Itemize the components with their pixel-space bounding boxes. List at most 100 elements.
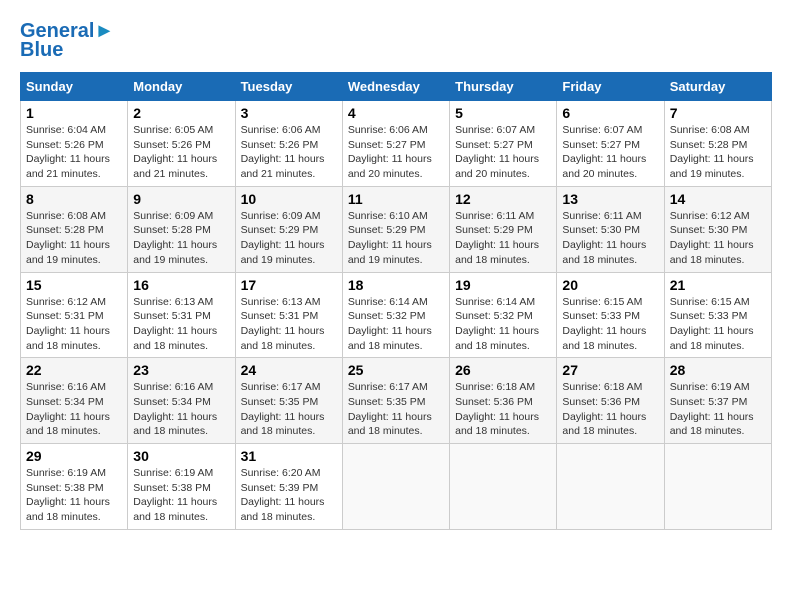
day-cell-10: 10 Sunrise: 6:09 AM Sunset: 5:29 PM Dayli…: [235, 186, 342, 272]
calendar-row-4: 22 Sunrise: 6:16 AM Sunset: 5:34 PM Dayli…: [21, 358, 772, 444]
day-number: 8: [26, 191, 122, 207]
day-info: Sunrise: 6:15 AM Sunset: 5:33 PM Dayligh…: [562, 295, 658, 354]
day-number: 17: [241, 277, 337, 293]
day-number: 2: [133, 105, 229, 121]
day-number: 21: [670, 277, 766, 293]
day-info: Sunrise: 6:13 AM Sunset: 5:31 PM Dayligh…: [133, 295, 229, 354]
day-info: Sunrise: 6:07 AM Sunset: 5:27 PM Dayligh…: [562, 123, 658, 182]
day-info: Sunrise: 6:09 AM Sunset: 5:29 PM Dayligh…: [241, 209, 337, 268]
day-info: Sunrise: 6:17 AM Sunset: 5:35 PM Dayligh…: [348, 380, 444, 439]
day-cell-16: 16 Sunrise: 6:13 AM Sunset: 5:31 PM Dayli…: [128, 272, 235, 358]
day-number: 18: [348, 277, 444, 293]
day-number: 25: [348, 362, 444, 378]
day-info: Sunrise: 6:20 AM Sunset: 5:39 PM Dayligh…: [241, 466, 337, 525]
day-info: Sunrise: 6:17 AM Sunset: 5:35 PM Dayligh…: [241, 380, 337, 439]
day-info: Sunrise: 6:07 AM Sunset: 5:27 PM Dayligh…: [455, 123, 551, 182]
day-info: Sunrise: 6:18 AM Sunset: 5:36 PM Dayligh…: [562, 380, 658, 439]
day-number: 30: [133, 448, 229, 464]
logo-second-line: Blue: [20, 39, 63, 62]
day-info: Sunrise: 6:10 AM Sunset: 5:29 PM Dayligh…: [348, 209, 444, 268]
day-info: Sunrise: 6:06 AM Sunset: 5:27 PM Dayligh…: [348, 123, 444, 182]
calendar-row-1: 1Sunrise: 6:04 AM Sunset: 5:26 PM Daylig…: [21, 101, 772, 187]
day-cell-14: 14Sunrise: 6:12 AM Sunset: 5:30 PM Dayli…: [664, 186, 771, 272]
col-saturday: Saturday: [664, 73, 771, 101]
day-number: 13: [562, 191, 658, 207]
calendar-body: 1Sunrise: 6:04 AM Sunset: 5:26 PM Daylig…: [21, 101, 772, 530]
calendar-row-2: 8Sunrise: 6:08 AM Sunset: 5:28 PM Daylig…: [21, 186, 772, 272]
col-monday: Monday: [128, 73, 235, 101]
day-cell-21: 21Sunrise: 6:15 AM Sunset: 5:33 PM Dayli…: [664, 272, 771, 358]
day-cell-4: 4 Sunrise: 6:06 AM Sunset: 5:27 PM Daylig…: [342, 101, 449, 187]
day-cell-22: 22 Sunrise: 6:16 AM Sunset: 5:34 PM Dayli…: [21, 358, 128, 444]
day-info: Sunrise: 6:19 AM Sunset: 5:38 PM Dayligh…: [26, 466, 122, 525]
day-number: 27: [562, 362, 658, 378]
day-info: Sunrise: 6:12 AM Sunset: 5:31 PM Dayligh…: [26, 295, 122, 354]
day-number: 19: [455, 277, 551, 293]
day-cell-30: 30 Sunrise: 6:19 AM Sunset: 5:38 PM Dayli…: [128, 444, 235, 530]
day-cell-2: 2 Sunrise: 6:05 AM Sunset: 5:26 PM Daylig…: [128, 101, 235, 187]
day-cell-17: 17 Sunrise: 6:13 AM Sunset: 5:31 PM Dayli…: [235, 272, 342, 358]
day-number: 5: [455, 105, 551, 121]
day-info: Sunrise: 6:19 AM Sunset: 5:38 PM Dayligh…: [133, 466, 229, 525]
day-cell-15: 15 Sunrise: 6:12 AM Sunset: 5:31 PM Dayli…: [21, 272, 128, 358]
day-info: Sunrise: 6:14 AM Sunset: 5:32 PM Dayligh…: [348, 295, 444, 354]
day-cell-31: 31Sunrise: 6:20 AM Sunset: 5:39 PM Dayli…: [235, 444, 342, 530]
calendar-row-5: 29 Sunrise: 6:19 AM Sunset: 5:38 PM Dayli…: [21, 444, 772, 530]
col-tuesday: Tuesday: [235, 73, 342, 101]
day-number: 28: [670, 362, 766, 378]
day-cell-19: 19 Sunrise: 6:14 AM Sunset: 5:32 PM Dayli…: [450, 272, 557, 358]
day-info: Sunrise: 6:19 AM Sunset: 5:37 PM Dayligh…: [670, 380, 766, 439]
day-number: 22: [26, 362, 122, 378]
day-info: Sunrise: 6:11 AM Sunset: 5:30 PM Dayligh…: [562, 209, 658, 268]
day-cell-6: 6 Sunrise: 6:07 AM Sunset: 5:27 PM Daylig…: [557, 101, 664, 187]
day-number: 24: [241, 362, 337, 378]
col-sunday: Sunday: [21, 73, 128, 101]
day-cell-23: 23 Sunrise: 6:16 AM Sunset: 5:34 PM Dayli…: [128, 358, 235, 444]
empty-cell: [342, 444, 449, 530]
col-wednesday: Wednesday: [342, 73, 449, 101]
day-number: 11: [348, 191, 444, 207]
day-number: 4: [348, 105, 444, 121]
day-cell-27: 27 Sunrise: 6:18 AM Sunset: 5:36 PM Dayli…: [557, 358, 664, 444]
day-info: Sunrise: 6:04 AM Sunset: 5:26 PM Dayligh…: [26, 123, 122, 182]
empty-cell: [450, 444, 557, 530]
day-info: Sunrise: 6:18 AM Sunset: 5:36 PM Dayligh…: [455, 380, 551, 439]
day-info: Sunrise: 6:12 AM Sunset: 5:30 PM Dayligh…: [670, 209, 766, 268]
day-info: Sunrise: 6:16 AM Sunset: 5:34 PM Dayligh…: [133, 380, 229, 439]
day-number: 6: [562, 105, 658, 121]
day-number: 23: [133, 362, 229, 378]
day-number: 15: [26, 277, 122, 293]
day-info: Sunrise: 6:05 AM Sunset: 5:26 PM Dayligh…: [133, 123, 229, 182]
col-thursday: Thursday: [450, 73, 557, 101]
day-cell-9: 9Sunrise: 6:09 AM Sunset: 5:28 PM Daylig…: [128, 186, 235, 272]
day-info: Sunrise: 6:14 AM Sunset: 5:32 PM Dayligh…: [455, 295, 551, 354]
day-number: 26: [455, 362, 551, 378]
calendar-table: Sunday Monday Tuesday Wednesday Thursday…: [20, 72, 772, 530]
day-cell-24: 24 Sunrise: 6:17 AM Sunset: 5:35 PM Dayli…: [235, 358, 342, 444]
day-number: 29: [26, 448, 122, 464]
day-number: 10: [241, 191, 337, 207]
day-cell-26: 26 Sunrise: 6:18 AM Sunset: 5:36 PM Dayli…: [450, 358, 557, 444]
day-number: 3: [241, 105, 337, 121]
day-cell-20: 20 Sunrise: 6:15 AM Sunset: 5:33 PM Dayli…: [557, 272, 664, 358]
day-cell-1: 1Sunrise: 6:04 AM Sunset: 5:26 PM Daylig…: [21, 101, 128, 187]
day-number: 12: [455, 191, 551, 207]
day-number: 20: [562, 277, 658, 293]
day-cell-13: 13 Sunrise: 6:11 AM Sunset: 5:30 PM Dayli…: [557, 186, 664, 272]
day-info: Sunrise: 6:13 AM Sunset: 5:31 PM Dayligh…: [241, 295, 337, 354]
day-info: Sunrise: 6:16 AM Sunset: 5:34 PM Dayligh…: [26, 380, 122, 439]
header-row: Sunday Monday Tuesday Wednesday Thursday…: [21, 73, 772, 101]
day-cell-8: 8Sunrise: 6:08 AM Sunset: 5:28 PM Daylig…: [21, 186, 128, 272]
day-number: 16: [133, 277, 229, 293]
day-info: Sunrise: 6:09 AM Sunset: 5:28 PM Dayligh…: [133, 209, 229, 268]
day-info: Sunrise: 6:06 AM Sunset: 5:26 PM Dayligh…: [241, 123, 337, 182]
day-cell-3: 3 Sunrise: 6:06 AM Sunset: 5:26 PM Daylig…: [235, 101, 342, 187]
day-cell-29: 29 Sunrise: 6:19 AM Sunset: 5:38 PM Dayli…: [21, 444, 128, 530]
col-friday: Friday: [557, 73, 664, 101]
day-cell-12: 12 Sunrise: 6:11 AM Sunset: 5:29 PM Dayli…: [450, 186, 557, 272]
day-info: Sunrise: 6:11 AM Sunset: 5:29 PM Dayligh…: [455, 209, 551, 268]
day-cell-28: 28 Sunrise: 6:19 AM Sunset: 5:37 PM Dayli…: [664, 358, 771, 444]
header: General► Blue: [20, 20, 772, 62]
empty-cell: [664, 444, 771, 530]
calendar-row-3: 15 Sunrise: 6:12 AM Sunset: 5:31 PM Dayli…: [21, 272, 772, 358]
